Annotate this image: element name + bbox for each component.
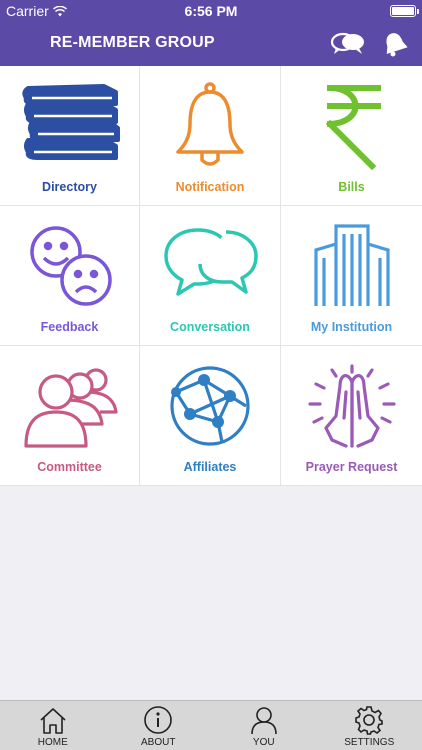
- rupee-icon: [325, 84, 381, 171]
- tile-my-institution[interactable]: My Institution: [281, 206, 422, 346]
- speech-bubbles-icon: [164, 228, 258, 296]
- tab-settings[interactable]: SETTINGS: [317, 701, 422, 750]
- tab-label: YOU: [252, 737, 275, 748]
- building-icon: [313, 224, 390, 306]
- battery-icon: [390, 5, 419, 17]
- tile-label: Prayer Request: [305, 460, 398, 474]
- tile-prayer-request[interactable]: Prayer Request: [281, 346, 422, 486]
- tile-label: Notification: [175, 180, 245, 194]
- tab-home[interactable]: HOME: [0, 701, 106, 750]
- tile-label: Feedback: [40, 320, 99, 334]
- chat-button[interactable]: [330, 30, 366, 58]
- home-icon: [40, 708, 66, 734]
- bell-icon: [176, 82, 244, 166]
- tab-label: SETTINGS: [344, 737, 395, 748]
- tile-label: My Institution: [310, 320, 393, 334]
- notification-button[interactable]: [380, 30, 410, 58]
- user-icon: [250, 707, 277, 735]
- tile-directory[interactable]: Directory: [0, 66, 140, 206]
- tile-committee[interactable]: Committee: [0, 346, 140, 486]
- people-icon: [23, 368, 118, 448]
- tab-bar: HOME ABOUT YOU SETTINGS: [0, 700, 422, 750]
- tile-label: Affiliates: [183, 460, 237, 474]
- globe-network-icon: [170, 366, 250, 446]
- tab-about[interactable]: ABOUT: [106, 701, 212, 750]
- menu-grid: Directory Notification Bills Feedback Co…: [0, 66, 422, 486]
- tile-label: Directory: [42, 180, 97, 194]
- tile-label: Bills: [338, 180, 365, 194]
- tile-conversation[interactable]: Conversation: [140, 206, 281, 346]
- tile-notification[interactable]: Notification: [140, 66, 281, 206]
- books-icon: [21, 84, 120, 160]
- nav-bar: RE-MEMBER GROUP: [0, 22, 422, 66]
- gear-icon: [355, 706, 384, 735]
- bell-icon: [386, 33, 408, 57]
- tile-label: Committee: [37, 460, 102, 474]
- tile-label: Conversation: [170, 320, 250, 334]
- app-title: RE-MEMBER GROUP: [50, 34, 215, 51]
- tile-feedback[interactable]: Feedback: [0, 206, 140, 346]
- info-icon: [144, 706, 173, 734]
- smiley-faces-icon: [29, 226, 112, 306]
- status-time: 6:56 PM: [184, 3, 238, 19]
- tile-bills[interactable]: Bills: [281, 66, 422, 206]
- tab-label: HOME: [37, 737, 68, 748]
- praying-hands-icon: [307, 364, 396, 448]
- tile-affiliates[interactable]: Affiliates: [140, 346, 281, 486]
- tab-label: ABOUT: [141, 737, 176, 748]
- status-bar: Carrier 6:56 PM: [0, 0, 422, 22]
- tab-you[interactable]: YOU: [211, 701, 317, 750]
- chat-bubbles-icon: [330, 32, 364, 54]
